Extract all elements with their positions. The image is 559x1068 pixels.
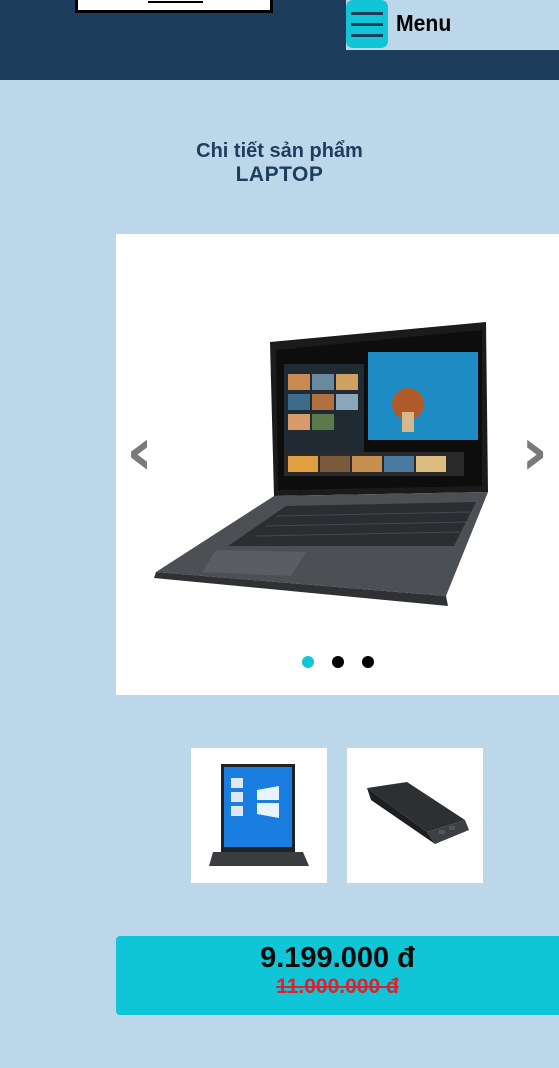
- hamburger-icon-bar: [351, 33, 383, 37]
- laptop-image: [154, 322, 488, 606]
- laptop-thumbnail-rear: [367, 782, 469, 844]
- hamburger-icon-bar: [351, 22, 383, 26]
- price-box: 9.199.000 đ 11.000.000 đ: [116, 936, 559, 1015]
- carousel-dot-1[interactable]: [302, 656, 314, 668]
- logo[interactable]: [75, 0, 273, 13]
- page-title: LAPTOP: [235, 163, 324, 186]
- thumbnail-2[interactable]: [347, 748, 483, 883]
- thumbnail-1[interactable]: [191, 748, 327, 883]
- carousel-dot-3[interactable]: [362, 656, 374, 668]
- current-price: 9.199.000 đ: [260, 942, 415, 974]
- header: Menu: [0, 0, 559, 80]
- logo-line: [148, 1, 203, 3]
- product-carousel: ‹ ›: [116, 234, 559, 695]
- page-subtitle: Chi tiết sản phẩm: [196, 140, 363, 162]
- menu-button[interactable]: [346, 0, 388, 48]
- original-price: 11.000.000 đ: [276, 975, 399, 998]
- carousel-next-button[interactable]: ›: [521, 419, 548, 485]
- carousel-prev-button[interactable]: ‹: [126, 419, 153, 485]
- page-heading: Chi tiết sản phẩm LAPTOP: [0, 140, 559, 188]
- menu-bar: Menu: [346, 0, 559, 50]
- menu-label[interactable]: Menu: [396, 10, 451, 37]
- carousel-indicators: [302, 656, 374, 668]
- carousel-dot-2[interactable]: [332, 656, 344, 668]
- hamburger-icon-bar: [351, 11, 383, 15]
- laptop-thumbnail-front: [209, 764, 309, 866]
